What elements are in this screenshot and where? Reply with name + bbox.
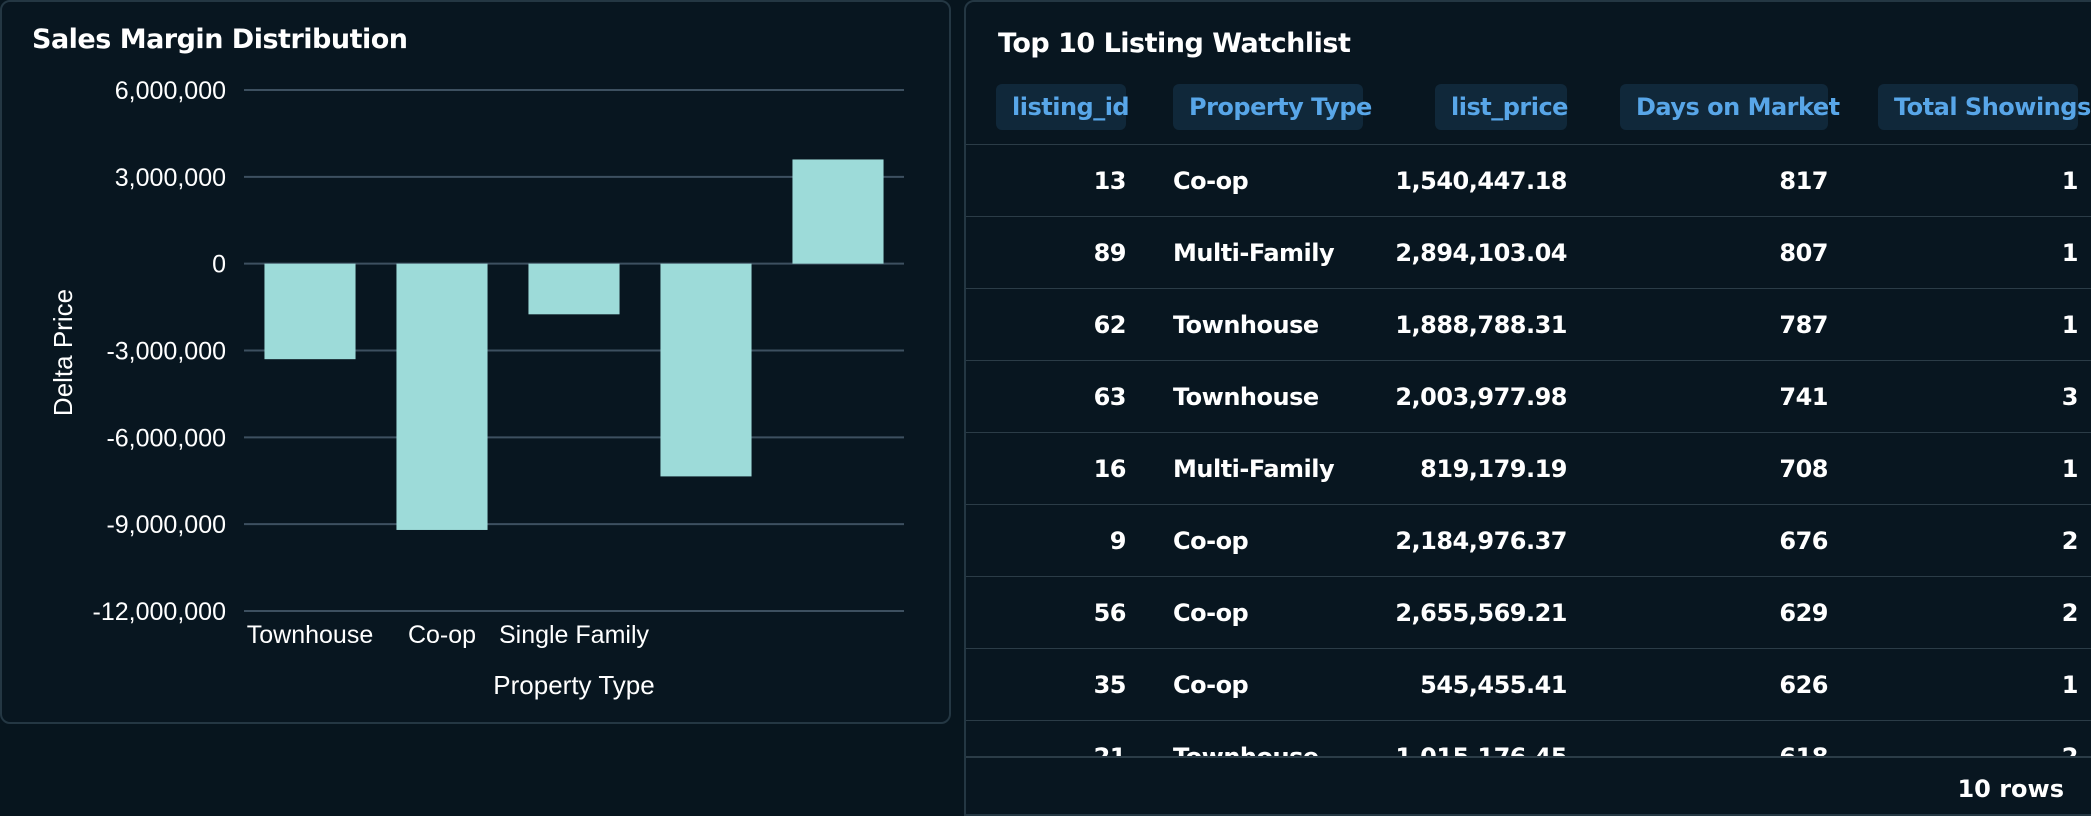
cell-list-price: 2,184,976.37 <box>1395 527 1567 555</box>
cell-listing-id: 35 <box>1093 671 1127 699</box>
cell-listing-id: 56 <box>1093 599 1127 627</box>
cell-days-on-market: 618 <box>1666 721 1828 756</box>
column-header-days-on-market[interactable]: Days on Market <box>1620 84 1840 130</box>
x-tick-label: Townhouse <box>247 621 373 649</box>
cell-days-on-market: 629 <box>1779 599 1828 627</box>
table-title: Top 10 Listing Watchlist <box>998 28 1351 59</box>
column-header-list-price[interactable]: list_price <box>1435 84 1568 130</box>
cell-total-showings: 1 <box>2061 239 2079 267</box>
y-tick-label: 6,000,000 <box>115 77 226 105</box>
cell-listing-id: 16 <box>1093 455 1127 483</box>
table-row[interactable]: 56 Co-op 2,655,569.21 629 2 <box>966 576 2091 648</box>
y-tick-label: 0 <box>212 251 226 279</box>
table-row[interactable]: 16 Multi-Family 819,179.19 708 1 <box>966 432 2091 504</box>
x-axis-title: Property Type <box>493 670 654 700</box>
cell-days-on-market: 676 <box>1779 527 1828 555</box>
row-count: 10 rows <box>1957 775 2064 803</box>
cell-list-price: 2,655,569.21 <box>1395 599 1567 627</box>
x-tick-label: Co-op <box>408 621 476 649</box>
column-header-total-showings[interactable]: Total Showings <box>1878 84 2091 130</box>
bar-chart: 6,000,000 3,000,000 0 -3,000,000 -6,000,000 -… <box>48 77 904 700</box>
cell-total-showings: 2 <box>1966 721 2079 756</box>
cell-listing-id: 21 <box>996 721 1127 756</box>
y-axis-title: Delta Price <box>48 289 78 416</box>
table-row[interactable]: 21 Townhouse 1,015,176.45 618 2 <box>966 720 2091 756</box>
cell-days-on-market: 817 <box>1779 167 1828 195</box>
table-header: listing_id Property Type list_price Days… <box>966 82 2091 144</box>
cell-list-price: 2,003,977.98 <box>1395 383 1567 411</box>
cell-property-type: Multi-Family <box>1173 455 1335 483</box>
cell-property-type: Townhouse <box>1173 721 1319 756</box>
table-row[interactable]: 13 Co-op 1,540,447.18 817 1 <box>966 144 2091 216</box>
cell-list-price: 1,888,788.31 <box>1395 311 1567 339</box>
cell-property-type: Multi-Family <box>1173 239 1335 267</box>
cell-listing-id: 9 <box>1109 527 1127 555</box>
cell-list-price: 819,179.19 <box>1420 455 1567 483</box>
cell-property-type: Co-op <box>1173 167 1249 195</box>
bar[interactable] <box>660 263 752 477</box>
cell-property-type: Co-op <box>1173 671 1249 699</box>
cell-list-price: 545,455.41 <box>1420 671 1567 699</box>
sales-margin-card: Sales Margin Distribution 6,000,000 3,000… <box>0 0 951 724</box>
cell-property-type: Co-op <box>1173 599 1249 627</box>
table-row[interactable]: 9 Co-op 2,184,976.37 676 2 <box>966 504 2091 576</box>
cell-listing-id: 62 <box>1093 311 1127 339</box>
cell-listing-id: 63 <box>1093 383 1127 411</box>
y-tick-label: -3,000,000 <box>106 338 226 366</box>
bar[interactable] <box>264 263 356 360</box>
cell-property-type: Townhouse <box>1173 311 1319 339</box>
cell-days-on-market: 708 <box>1779 455 1828 483</box>
column-header-listing-id[interactable]: listing_id <box>996 84 1130 130</box>
cell-property-type: Townhouse <box>1173 383 1319 411</box>
x-tick-label: Single Family <box>499 621 650 649</box>
cell-days-on-market: 807 <box>1779 239 1828 267</box>
table-row[interactable]: 89 Multi-Family 2,894,103.04 807 1 <box>966 216 2091 288</box>
listing-watchlist-card: Top 10 Listing Watchlist listing_id Prop… <box>964 0 2091 816</box>
table-row[interactable]: 63 Townhouse 2,003,977.98 741 3 <box>966 360 2091 432</box>
cell-total-showings: 3 <box>2061 383 2079 411</box>
cell-total-showings: 2 <box>2061 599 2079 627</box>
column-header-property-type[interactable]: Property Type <box>1173 84 1372 130</box>
table-footer: 10 rows <box>966 756 2091 814</box>
cell-list-price: 2,894,103.04 <box>1395 239 1567 267</box>
cell-total-showings: 1 <box>2061 455 2079 483</box>
cell-days-on-market: 787 <box>1779 311 1828 339</box>
table-body[interactable]: 13 Co-op 1,540,447.18 817 1 89 Multi-Fam… <box>966 144 2091 756</box>
bar[interactable] <box>792 159 884 264</box>
y-tick-label: -6,000,000 <box>106 424 226 452</box>
cell-listing-id: 13 <box>1093 167 1127 195</box>
y-tick-label: 3,000,000 <box>115 164 226 192</box>
y-tick-label: -9,000,000 <box>106 511 226 539</box>
cell-total-showings: 1 <box>2061 167 2079 195</box>
cell-listing-id: 89 <box>1093 239 1127 267</box>
cell-total-showings: 2 <box>2061 527 2079 555</box>
bar[interactable] <box>528 263 620 315</box>
y-tick-label: -12,000,000 <box>93 598 226 626</box>
table-row[interactable]: 35 Co-op 545,455.41 626 1 <box>966 648 2091 720</box>
cell-property-type: Co-op <box>1173 527 1249 555</box>
cell-list-price: 1,540,447.18 <box>1395 167 1567 195</box>
cell-days-on-market: 626 <box>1779 671 1828 699</box>
cell-list-price: 1,015,176.45 <box>1366 721 1567 756</box>
cell-days-on-market: 741 <box>1779 383 1828 411</box>
cell-total-showings: 1 <box>2061 311 2079 339</box>
bar[interactable] <box>396 263 488 530</box>
cell-total-showings: 1 <box>2061 671 2079 699</box>
table-row[interactable]: 62 Townhouse 1,888,788.31 787 1 <box>966 288 2091 360</box>
